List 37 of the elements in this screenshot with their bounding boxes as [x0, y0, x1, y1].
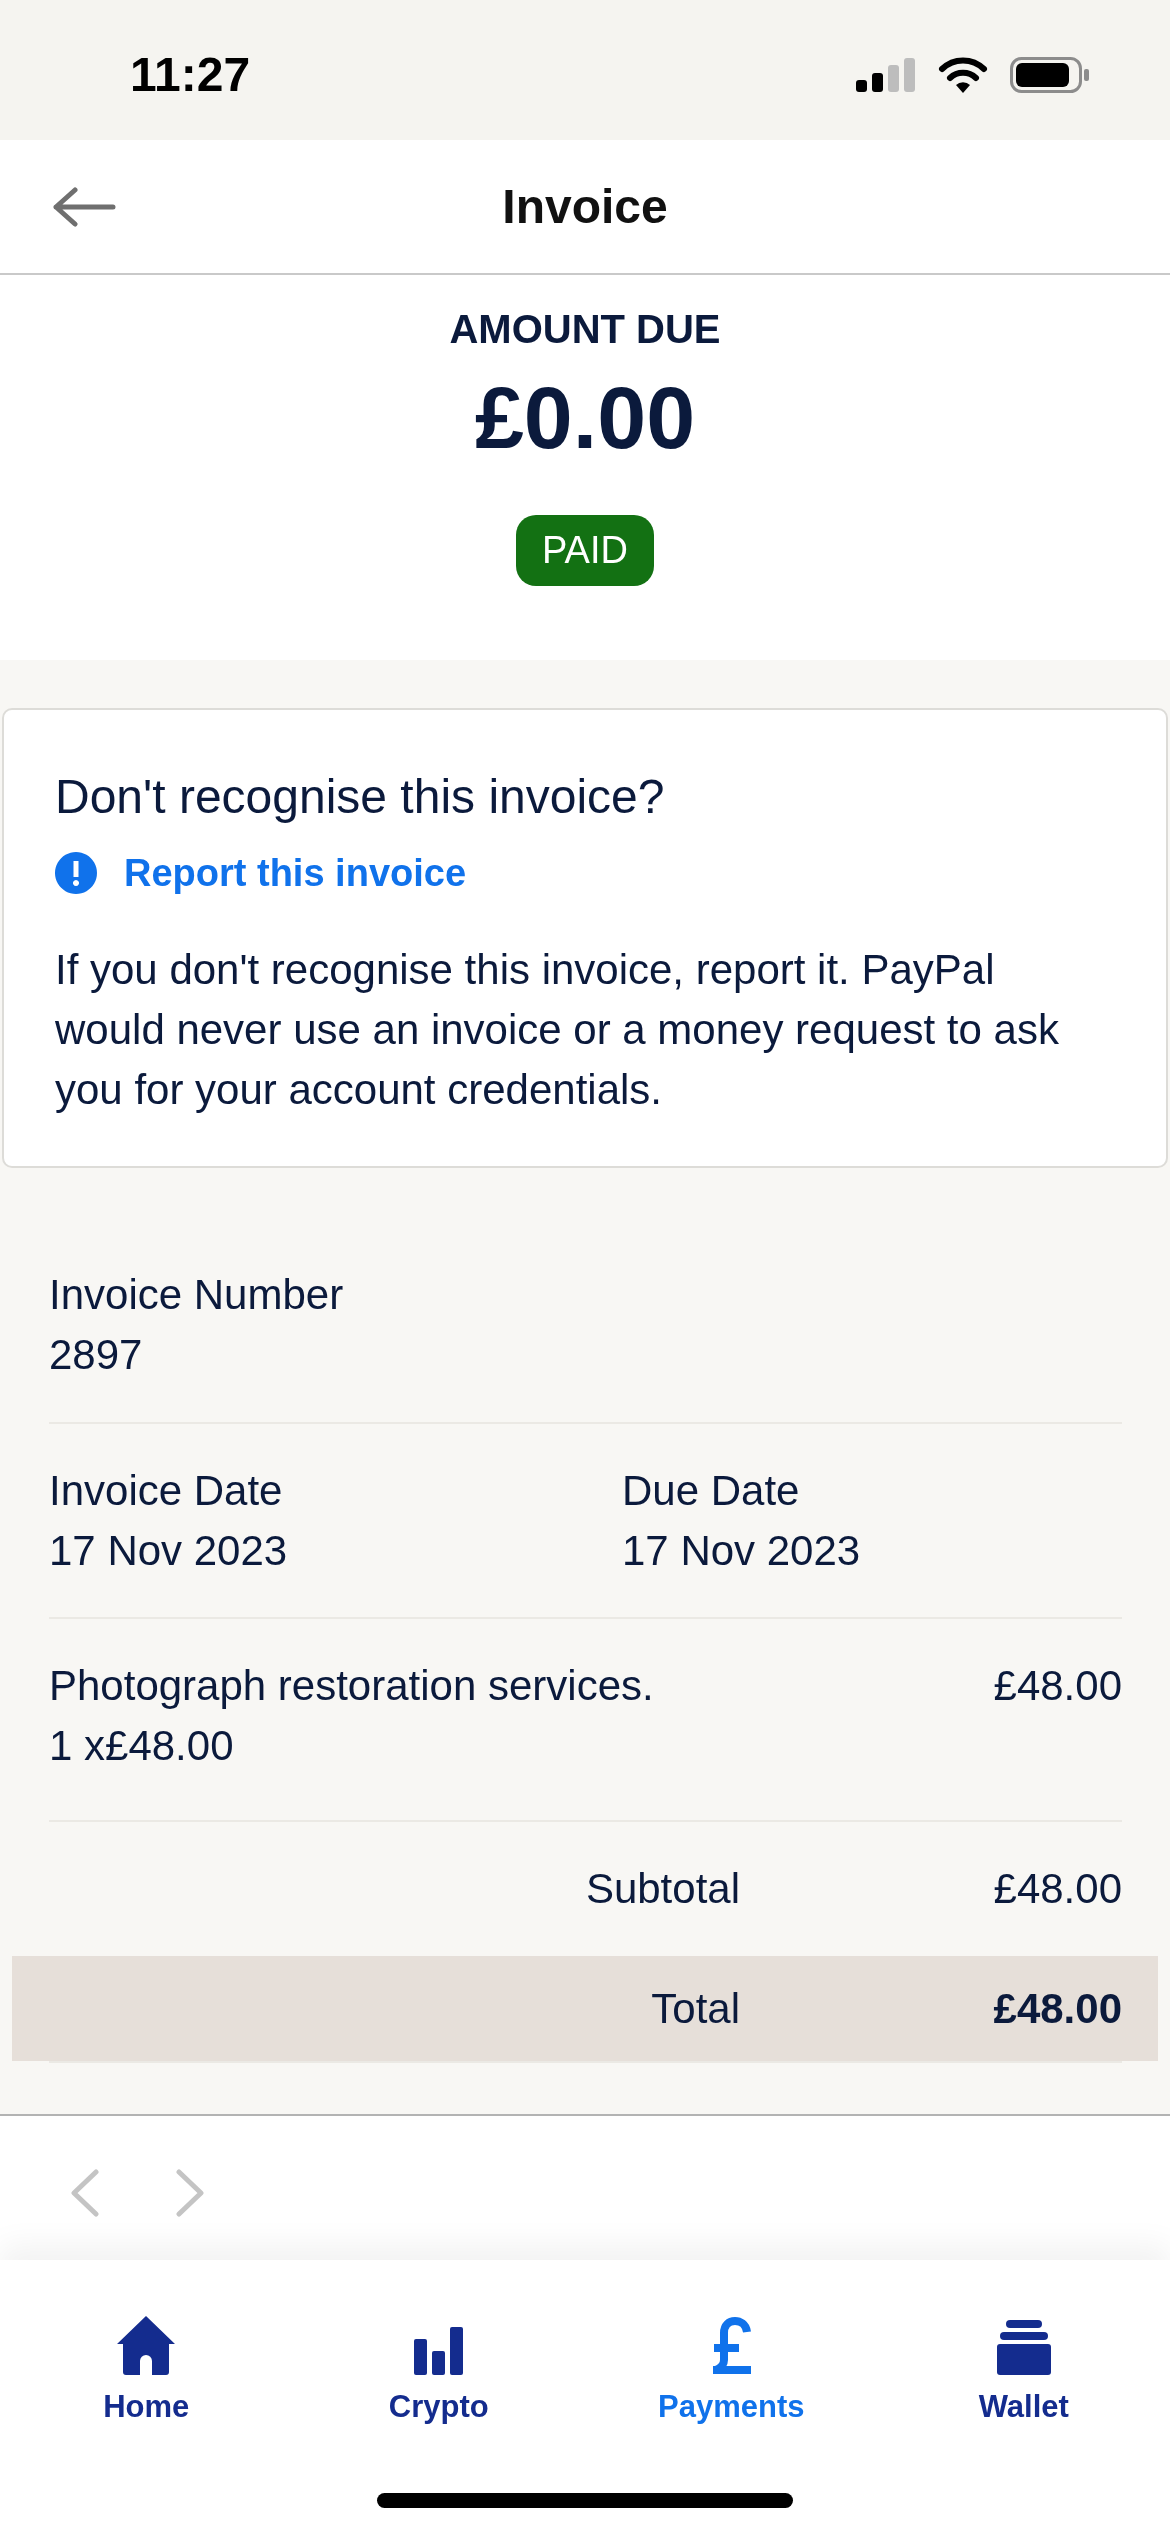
item-quantity: 1 x£48.00	[49, 1721, 235, 1771]
field-value: 17 Nov 2023	[622, 1526, 862, 1576]
alert-icon	[55, 852, 97, 894]
item-description: Photograph restoration services.	[49, 1661, 655, 1711]
chevron-right-icon	[175, 2169, 205, 2217]
amount-label: AMOUNT DUE	[449, 306, 721, 353]
subtotal-value: £48.00	[992, 1864, 1122, 1914]
wallet-icon	[996, 2320, 1051, 2375]
field-label: Invoice Date	[49, 1466, 284, 1516]
signal-icon	[856, 58, 916, 92]
notice-text: If you don't recognise this invoice, report it. PayPal would never use an invoice or a money request to ask you for your account credentials.	[55, 945, 1060, 1115]
report-link[interactable]: Report this invoice	[55, 848, 467, 898]
item-amount: £48.00	[993, 1661, 1122, 1711]
field-value: 2897	[49, 1330, 144, 1380]
status-badge: PAID	[516, 515, 654, 586]
pound-icon	[710, 2317, 753, 2375]
field-label: Due Date	[622, 1466, 801, 1516]
total-value: £48.00	[992, 1983, 1122, 2034]
chevron-left-icon	[70, 2169, 100, 2217]
bar-chart-icon	[413, 2327, 464, 2375]
battery-icon	[1010, 57, 1090, 93]
total-label: Total	[650, 1983, 740, 2034]
wifi-icon	[938, 57, 988, 93]
amount-value: £0.00	[474, 368, 696, 468]
nav-tab[interactable]: Crypto	[388, 2315, 489, 2427]
subtotal-label: Subtotal	[584, 1864, 740, 1914]
field-label: Invoice Number	[49, 1270, 345, 1320]
notice-title: Don't recognise this invoice?	[55, 769, 666, 825]
nav-tab[interactable]: Home	[103, 2315, 190, 2427]
home-icon	[116, 2315, 177, 2375]
nav-tab[interactable]: Wallet	[978, 2315, 1069, 2427]
field-value: 17 Nov 2023	[49, 1526, 289, 1576]
arrow-left-icon	[52, 186, 116, 227]
nav-tab[interactable]: Payments	[658, 2315, 805, 2427]
page-title: Invoice	[501, 178, 669, 235]
status-time: 11:27	[130, 47, 251, 103]
back-button[interactable]	[52, 186, 116, 227]
